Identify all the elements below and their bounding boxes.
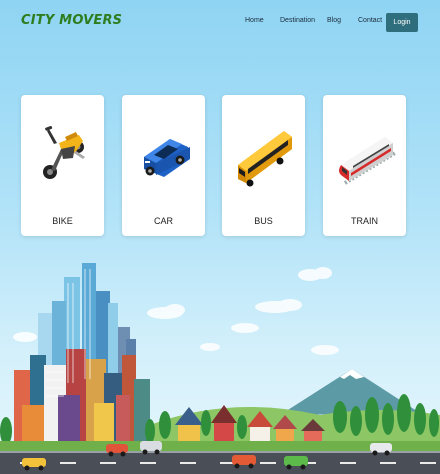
motorbike-icon bbox=[43, 125, 85, 179]
skyline bbox=[14, 263, 150, 445]
vehicle-card-train[interactable]: TRAIN bbox=[323, 95, 406, 236]
nav-link-home[interactable]: Home bbox=[245, 17, 264, 24]
card-label-train: TRAIN bbox=[351, 216, 378, 226]
bus-icon bbox=[238, 131, 292, 187]
train-icon bbox=[339, 137, 397, 185]
nav-link-destination[interactable]: Destination bbox=[280, 17, 315, 24]
brand-logo[interactable]: CITY MOVERS bbox=[21, 13, 122, 28]
vehicle-card-bike[interactable]: BIKE bbox=[21, 95, 104, 236]
login-button[interactable]: Login bbox=[386, 13, 418, 32]
city-illustration bbox=[0, 263, 440, 474]
vehicle-card-bus[interactable]: BUS bbox=[222, 95, 305, 236]
card-label-bus: BUS bbox=[254, 216, 273, 226]
nav-link-blog[interactable]: Blog bbox=[327, 17, 341, 24]
top-navbar: CITY MOVERS Home Destination Blog Contac… bbox=[0, 0, 440, 44]
vehicle-card-car[interactable]: CAR bbox=[122, 95, 205, 236]
car-icon bbox=[144, 139, 190, 177]
card-label-car: CAR bbox=[153, 216, 173, 226]
landing-page: CITY MOVERS Home Destination Blog Contac… bbox=[0, 0, 440, 474]
nav-link-contact[interactable]: Contact bbox=[358, 17, 382, 24]
card-label-bike: BIKE bbox=[52, 216, 73, 226]
